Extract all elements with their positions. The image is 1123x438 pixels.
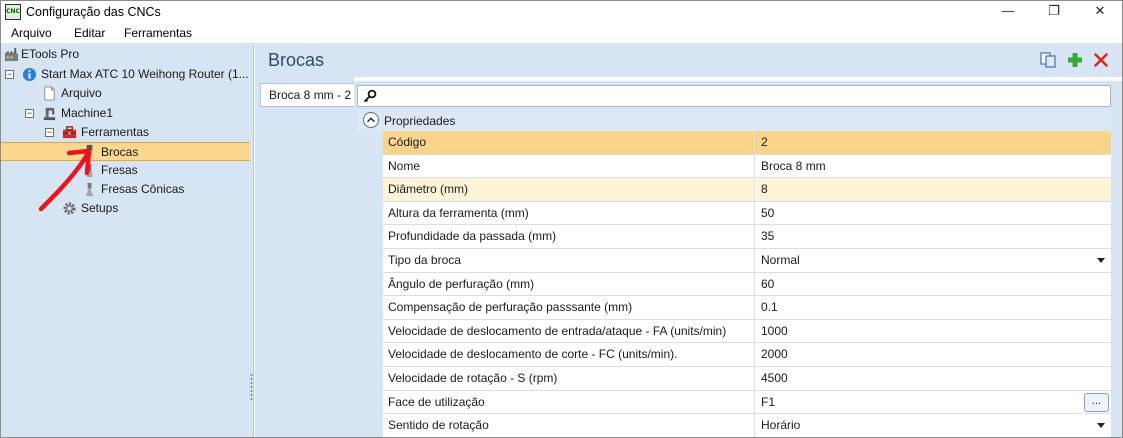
property-value-select[interactable]: Normal: [756, 249, 1111, 272]
machine-icon: [43, 107, 56, 121]
menu-arquivo[interactable]: Arquivo: [11, 26, 52, 40]
property-row-angulo[interactable]: Ângulo de perfuração (mm) 60: [383, 272, 1111, 297]
window-title: Configuração das CNCs: [26, 5, 161, 19]
tree-label-ferramentas: Ferramentas: [81, 125, 150, 139]
property-row-vel-rotacao[interactable]: Velocidade de rotação - S (rpm) 4500: [383, 367, 1111, 391]
tree-label-arquivo: Arquivo: [61, 86, 102, 100]
property-value[interactable]: 0.1: [756, 296, 1111, 319]
maximize-button[interactable]: ❐: [1031, 1, 1077, 23]
tree-item-machine[interactable]: − Machine1: [1, 104, 254, 123]
property-value[interactable]: 35: [756, 225, 1111, 248]
property-name: Velocidade de rotação - S (rpm): [383, 367, 755, 390]
tree-label-root: ETools Pro: [21, 47, 80, 61]
tree-label-machine: Machine1: [61, 106, 114, 120]
chevron-up-icon[interactable]: [363, 112, 379, 128]
menu-ferramentas[interactable]: Ferramentas: [124, 26, 192, 40]
property-search-input[interactable]: [380, 87, 1105, 105]
property-value[interactable]: 1000: [756, 320, 1111, 343]
tree-label-brocas: Brocas: [101, 145, 139, 159]
annotation-arrow-icon: [38, 148, 92, 212]
property-value[interactable]: 4500: [756, 367, 1111, 390]
tree-label-machine-entry: Start Max ATC 10 Weihong Router (1...: [41, 67, 249, 81]
delete-icon[interactable]: [1092, 51, 1110, 69]
category-row[interactable]: Propriedades: [357, 110, 1111, 131]
property-value[interactable]: 8: [756, 178, 1111, 201]
tree-panel: ETools Pro − Start Max ATC 10 Weihong Ro…: [1, 43, 254, 437]
property-row-codigo[interactable]: Código 2: [383, 131, 1111, 155]
property-row-nome[interactable]: Nome Broca 8 mm: [383, 154, 1111, 179]
collapse-toggle[interactable]: −: [5, 70, 14, 79]
property-value[interactable]: Broca 8 mm: [756, 155, 1111, 178]
tree-item-root[interactable]: ETools Pro: [1, 45, 254, 64]
property-name: Tipo da broca: [383, 249, 755, 272]
property-row-compensacao[interactable]: Compensação de perfuração passsante (mm)…: [383, 296, 1111, 320]
toolbox-icon: [62, 126, 77, 139]
tab-strip: Broca 8 mm - 2: [255, 77, 354, 437]
content-header: Brocas: [255, 43, 1122, 77]
tree-item-ferramentas[interactable]: − Ferramentas: [1, 123, 254, 142]
property-row-diametro[interactable]: Diâmetro (mm) 8: [383, 178, 1111, 202]
property-name: Ângulo de perfuração (mm): [383, 272, 755, 296]
property-name: Diâmetro (mm): [383, 178, 755, 201]
file-icon: [44, 86, 55, 101]
property-value: Horário: [761, 418, 801, 433]
minimize-button[interactable]: —: [985, 1, 1031, 23]
property-name: Velocidade de deslocamento de corte - FC…: [383, 343, 755, 366]
dropdown-arrow-icon[interactable]: [1097, 258, 1105, 263]
property-name: Altura da ferramenta (mm): [383, 201, 755, 225]
property-name: Face de utilização: [383, 390, 755, 414]
config-window: CNC Configuração das CNCs — ❐ ✕ Arquivo …: [0, 0, 1123, 438]
property-value[interactable]: 60: [756, 273, 1111, 296]
property-name: Código: [383, 131, 755, 154]
close-button[interactable]: ✕: [1077, 1, 1122, 23]
title-bar: CNC Configuração das CNCs — ❐ ✕: [1, 1, 1122, 23]
add-icon[interactable]: [1066, 51, 1084, 69]
property-name: Nome: [383, 154, 755, 178]
cnc-app-icon: CNC: [5, 4, 21, 20]
menu-bar: Arquivo Editar Ferramentas: [1, 23, 1122, 43]
collapse-toggle[interactable]: −: [25, 109, 34, 118]
copy-icon[interactable]: [1039, 51, 1057, 69]
tree-item-machine-entry[interactable]: − Start Max ATC 10 Weihong Router (1...: [1, 65, 254, 84]
property-value[interactable]: 2: [756, 131, 1111, 154]
property-row-profundidade[interactable]: Profundidade da passada (mm) 35: [383, 225, 1111, 249]
property-row-altura[interactable]: Altura da ferramenta (mm) 50: [383, 201, 1111, 226]
property-value-select[interactable]: Horário: [756, 414, 1111, 437]
property-value[interactable]: 50: [756, 202, 1111, 225]
property-name: Velocidade de deslocamento de entrada/at…: [383, 319, 755, 343]
tree-label-fresas-conicas: Fresas Cônicas: [101, 182, 185, 196]
collapse-toggle[interactable]: −: [45, 128, 54, 137]
property-row-vel-entrada[interactable]: Velocidade de deslocamento de entrada/at…: [383, 319, 1111, 344]
info-globe-icon: [22, 67, 37, 82]
tab-broca-8mm[interactable]: Broca 8 mm - 2: [260, 83, 354, 107]
property-name: Compensação de perfuração passsante (mm): [383, 296, 755, 319]
factory-icon: [4, 47, 19, 62]
property-name: Sentido de rotação: [383, 414, 755, 437]
panel-splitter[interactable]: [250, 373, 253, 401]
search-key-icon: [363, 89, 377, 103]
menu-editar[interactable]: Editar: [74, 26, 105, 40]
tree-label-fresas: Fresas: [101, 163, 138, 177]
category-label: Propriedades: [384, 114, 456, 128]
property-row-tipo[interactable]: Tipo da broca Normal: [383, 249, 1111, 273]
property-row-sentido[interactable]: Sentido de rotação Horário: [383, 414, 1111, 437]
tree-item-arquivo[interactable]: Arquivo: [1, 84, 254, 103]
property-value[interactable]: 2000: [756, 343, 1111, 366]
property-search-box[interactable]: [357, 85, 1111, 107]
grid-right-edge: [1111, 81, 1122, 437]
property-value: Normal: [761, 253, 800, 267]
ellipsis-button[interactable]: ...: [1084, 392, 1109, 412]
property-row-face[interactable]: Face de utilização F1 ...: [383, 390, 1111, 415]
property-name: Profundidade da passada (mm): [383, 225, 755, 248]
property-row-vel-corte[interactable]: Velocidade de deslocamento de corte - FC…: [383, 343, 1111, 367]
property-value: F1: [761, 394, 776, 409]
page-title: Brocas: [268, 50, 325, 70]
dropdown-arrow-icon[interactable]: [1097, 423, 1105, 429]
property-value-editor[interactable]: F1 ...: [756, 391, 1111, 414]
property-grid: Propriedades Código 2 Nome Broca 8 mm Di…: [354, 81, 1122, 437]
